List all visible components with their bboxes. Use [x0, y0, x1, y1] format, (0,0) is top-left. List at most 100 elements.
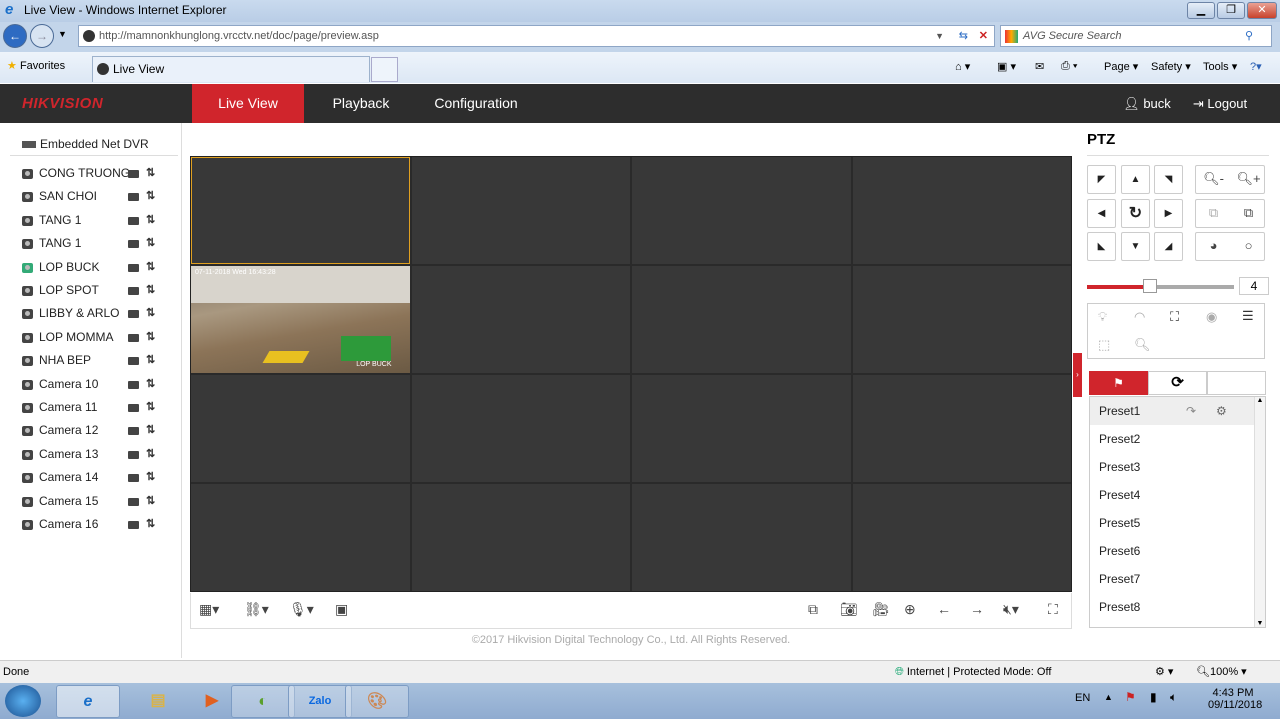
speed-slider-handle[interactable]	[1143, 279, 1158, 293]
mail-button[interactable]: ✉	[1035, 60, 1044, 73]
camera-item[interactable]: TANG 1 ⇅	[22, 236, 172, 256]
preset-scrollbar[interactable]: ▲ ▼	[1254, 397, 1265, 627]
stream-select-icon[interactable]: ⇅	[146, 353, 155, 366]
pan-left-button[interactable]: ◀	[1087, 199, 1116, 228]
start-button[interactable]	[5, 685, 41, 717]
page-menu[interactable]: Page ▾	[1104, 60, 1138, 73]
volume-muted-icon[interactable]: 🔇︎▾	[1003, 601, 1019, 618]
preset-item[interactable]: Preset6	[1090, 537, 1254, 565]
video-window[interactable]	[632, 157, 851, 264]
fullscreen-icon[interactable]: ⛶	[1048, 601, 1058, 618]
preset-item[interactable]: Preset1 ↷ ⚙	[1090, 397, 1254, 425]
wiper-icon[interactable]: ◠	[1134, 309, 1145, 325]
next-page-icon[interactable]: →	[970, 601, 984, 617]
record-icon[interactable]	[128, 333, 139, 342]
network-icon[interactable]: ▮	[1150, 690, 1157, 704]
taskbar-ie[interactable]: e	[56, 685, 120, 718]
camera-item[interactable]: TANG 1 ⇅	[22, 213, 172, 233]
logout-button[interactable]: ⇥ Logout	[1190, 84, 1250, 123]
device-node[interactable]: Embedded Net DVR	[22, 137, 172, 151]
pan-up-left-button[interactable]: ◤	[1087, 165, 1116, 194]
home-button[interactable]: ⌂ ▾	[955, 60, 970, 73]
stream-select-icon[interactable]: ⇅	[146, 260, 155, 273]
lens-init-icon[interactable]: ◉	[1206, 309, 1217, 325]
start-all-live-icon[interactable]: ▣	[335, 601, 348, 618]
iris-close-icon[interactable]: ○	[1231, 238, 1266, 253]
video-window[interactable]	[411, 157, 630, 264]
stream-type-icon[interactable]: ⛓▾	[244, 601, 269, 618]
stop-icon[interactable]: ✕	[979, 26, 988, 46]
camera-item[interactable]: Camera 13 ⇅	[22, 447, 172, 467]
video-window[interactable]	[191, 484, 410, 591]
tab-pattern[interactable]	[1207, 371, 1266, 395]
minimize-button[interactable]: ▁	[1187, 2, 1215, 19]
manual-track-icon[interactable]: ⬚	[1098, 337, 1110, 353]
record-icon[interactable]	[128, 310, 139, 319]
record-icon[interactable]	[128, 474, 139, 483]
more-menu-icon[interactable]: ☰	[1242, 308, 1254, 324]
address-dropdown[interactable]: ▼	[935, 26, 944, 46]
record-icon[interactable]	[128, 287, 139, 295]
user-menu[interactable]: 👤︎ buck	[1122, 84, 1172, 123]
stream-select-icon[interactable]: ⇅	[146, 236, 155, 249]
record-icon[interactable]	[128, 450, 139, 459]
stream-select-icon[interactable]: ⇅	[146, 330, 155, 343]
forward-button[interactable]: →	[30, 24, 54, 48]
address-bar[interactable]: http://mamnonkhunglong.vrcctv.net/doc/pa…	[78, 25, 995, 47]
video-window[interactable]	[852, 484, 1071, 591]
camera-item[interactable]: Camera 10 ⇅	[22, 377, 172, 397]
video-window[interactable]	[411, 266, 630, 373]
nav-configuration[interactable]: Configuration	[420, 84, 532, 123]
record-icon[interactable]	[128, 170, 139, 178]
record-icon[interactable]	[128, 521, 139, 529]
stream-select-icon[interactable]: ⇅	[146, 283, 155, 296]
record-icon[interactable]	[128, 357, 139, 366]
camera-item[interactable]: Camera 16 ⇅	[22, 517, 172, 537]
record-icon[interactable]	[128, 497, 139, 506]
tab-presets[interactable]: ⚑	[1089, 371, 1148, 395]
record-icon[interactable]	[128, 216, 139, 225]
pan-right-button[interactable]: ▶	[1154, 199, 1183, 228]
camera-item[interactable]: Camera 14 ⇅	[22, 470, 172, 490]
preset-item[interactable]: Preset4	[1090, 481, 1254, 509]
search-icon[interactable]: ⚲	[1245, 26, 1253, 46]
pan-down-left-button[interactable]: ◣	[1087, 232, 1116, 261]
pan-up-button[interactable]: ▲	[1121, 165, 1150, 194]
tab-patrols[interactable]: ⟳	[1148, 371, 1207, 395]
stream-select-icon[interactable]: ⇅	[146, 447, 155, 460]
window-layout-icon[interactable]: ▦▾	[199, 601, 219, 618]
stream-select-icon[interactable]: ⇅	[146, 377, 155, 390]
recent-pages-dropdown[interactable]: ▼	[58, 29, 67, 39]
tab-live-view[interactable]: Live View	[92, 56, 370, 82]
pan-up-right-button[interactable]: ◥	[1154, 165, 1183, 194]
video-window[interactable]	[852, 157, 1071, 264]
video-window[interactable]	[191, 375, 410, 482]
zoom-level-button[interactable]: 🔍︎100% ▾	[1196, 661, 1247, 683]
digital-zoom-icon[interactable]: ⊕	[904, 601, 916, 618]
clock[interactable]: 4:43 PM 09/11/2018	[1208, 687, 1262, 711]
video-window[interactable]	[411, 375, 630, 482]
refresh-icon[interactable]: ⇆	[959, 26, 968, 46]
record-icon[interactable]	[128, 193, 139, 202]
auto-focus-icon[interactable]: ⛶	[1170, 309, 1179, 325]
preset-item[interactable]: Preset2	[1090, 425, 1254, 453]
record-icon[interactable]	[128, 427, 139, 436]
stream-select-icon[interactable]: ⇅	[146, 306, 155, 319]
camera-item[interactable]: SAN CHOI ⇅	[22, 189, 172, 209]
record-icon[interactable]	[128, 380, 139, 389]
favorites-button[interactable]: ★ Favorites	[7, 59, 65, 72]
close-button[interactable]: ✕	[1247, 2, 1277, 19]
stop-all-icon[interactable]: ⧉	[808, 601, 818, 618]
video-window[interactable]	[852, 375, 1071, 482]
camera-item[interactable]: Camera 15 ⇅	[22, 494, 172, 514]
nav-live-view[interactable]: Live View	[192, 84, 304, 123]
record-icon[interactable]	[128, 404, 139, 412]
auto-scan-button[interactable]: ↻	[1121, 199, 1150, 228]
camera-item[interactable]: LOP BUCK ⇅	[22, 260, 172, 280]
microphone-icon[interactable]: 🎙︎▾	[289, 601, 314, 618]
light-icon[interactable]: 💡︎	[1098, 309, 1107, 325]
focus-far-icon[interactable]: ⧉	[1231, 205, 1266, 221]
preset-item[interactable]: Preset3	[1090, 453, 1254, 481]
previous-page-icon[interactable]: ←	[937, 601, 951, 617]
camera-item[interactable]: Camera 12 ⇅	[22, 423, 172, 443]
